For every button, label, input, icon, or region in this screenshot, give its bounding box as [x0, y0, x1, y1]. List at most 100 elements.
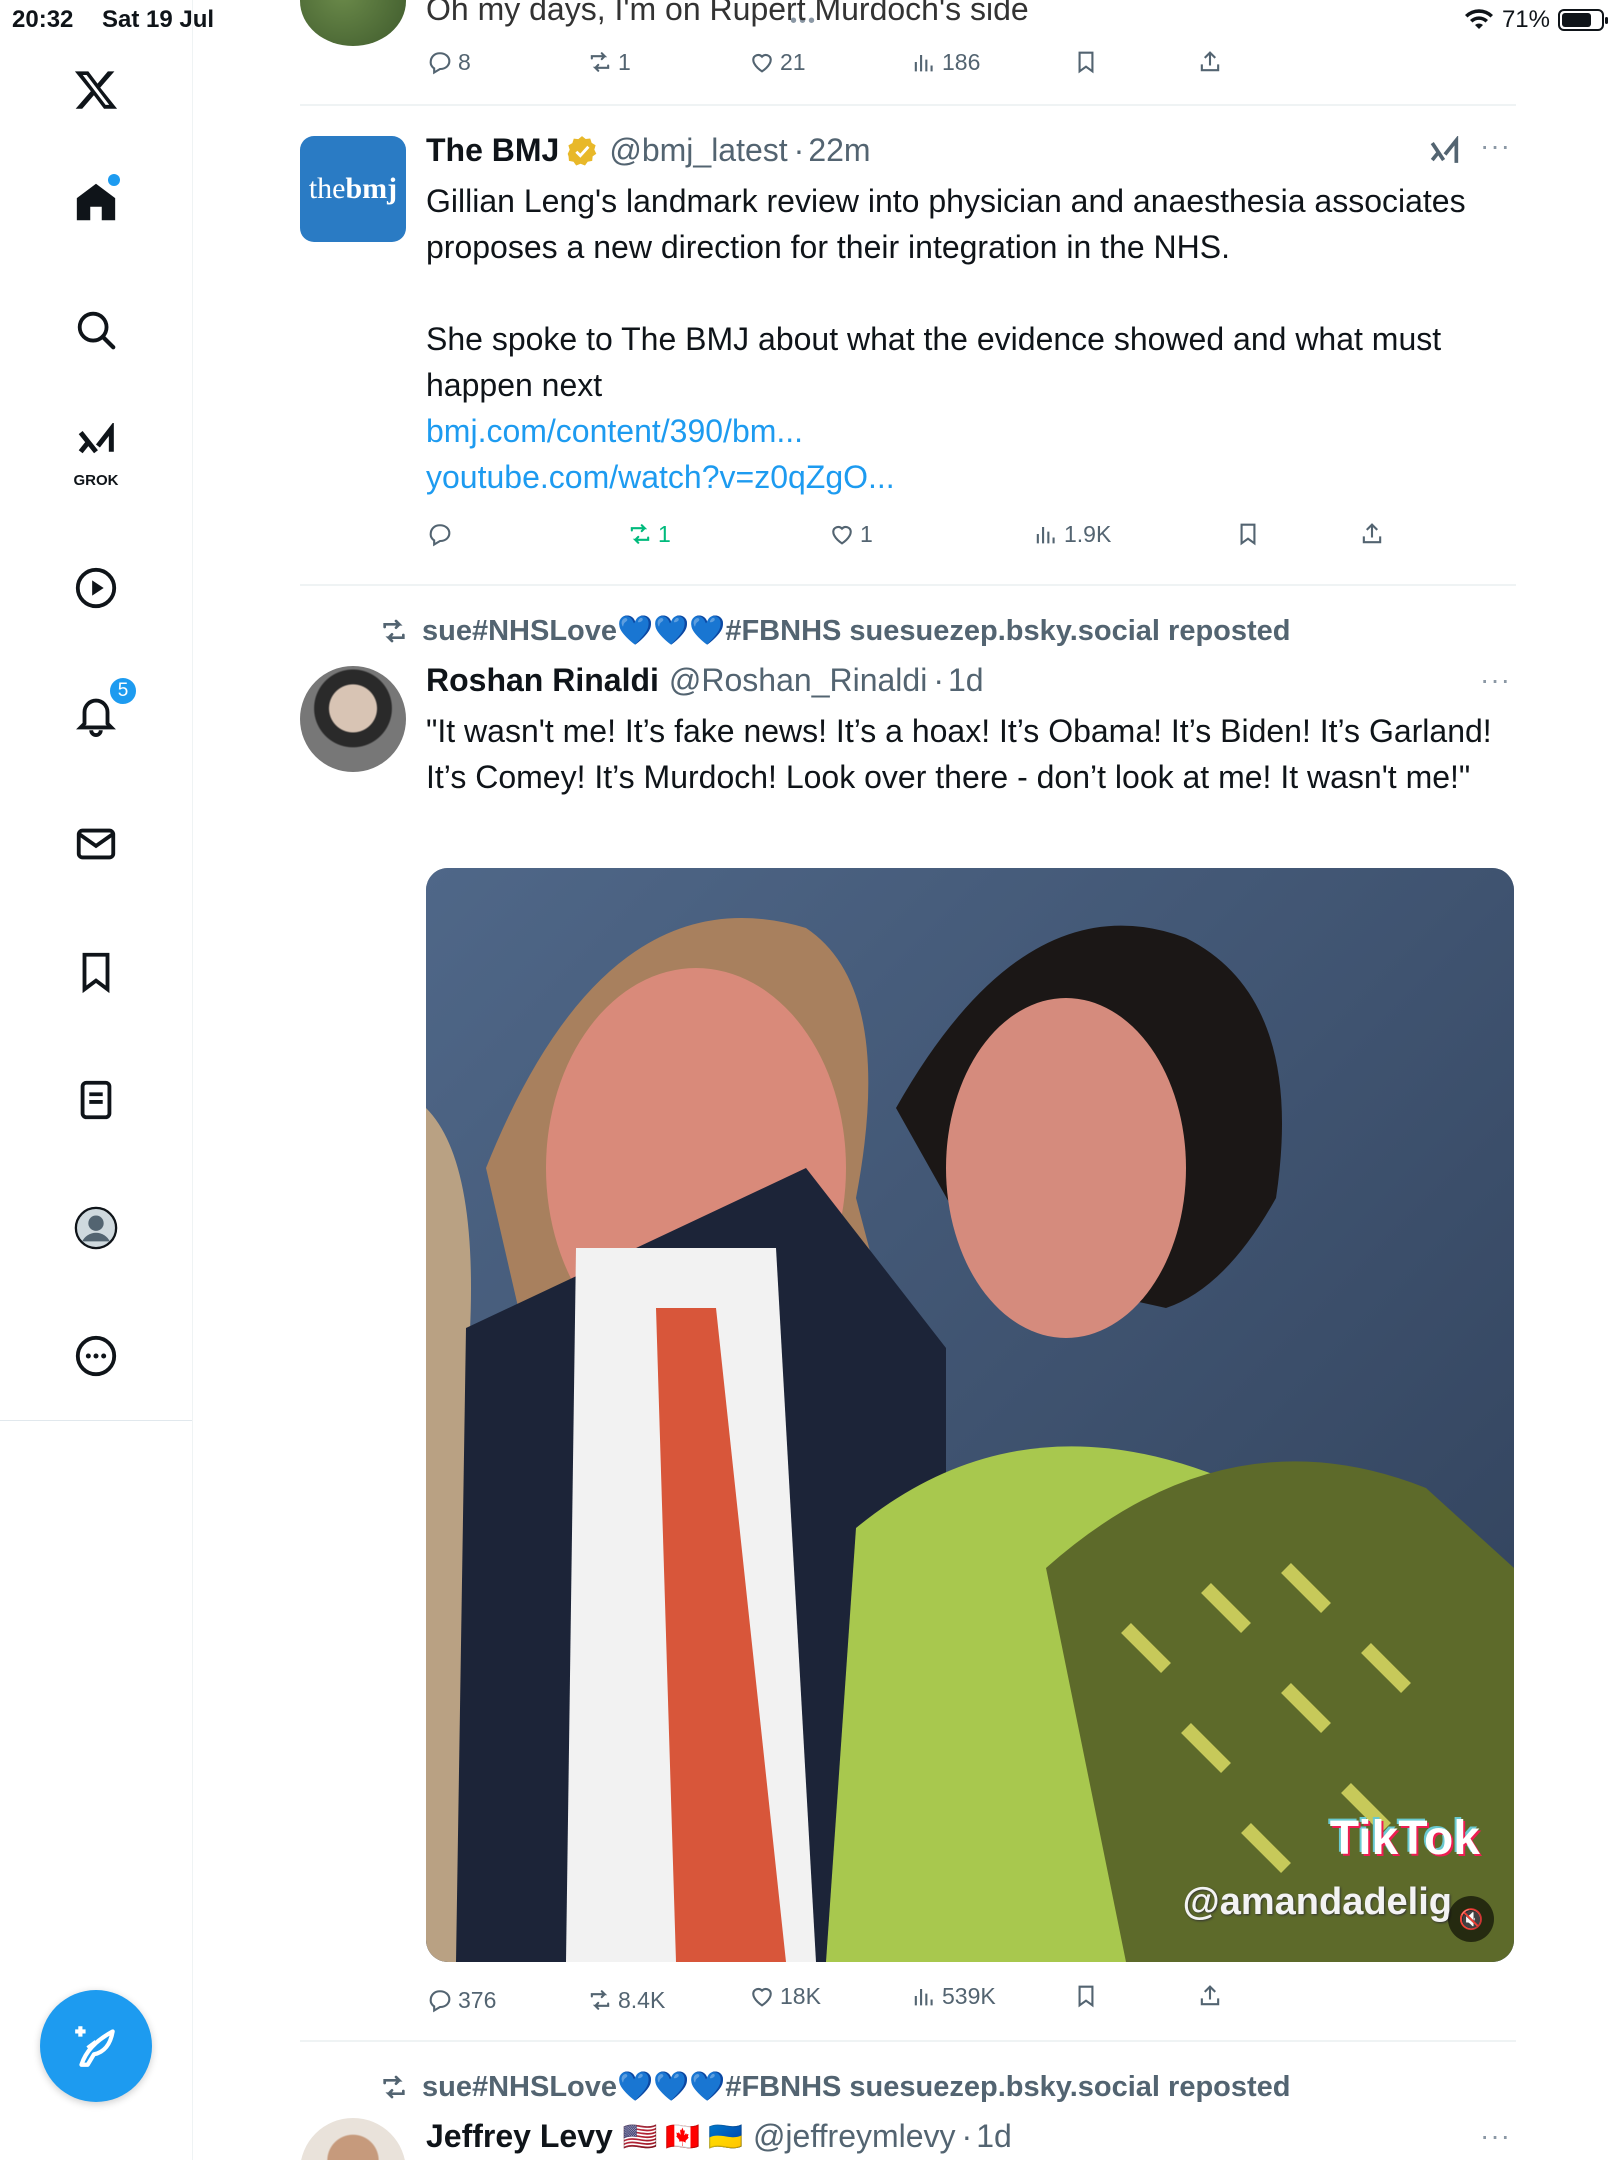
wifi-icon	[1464, 9, 1493, 30]
bookmark-button[interactable]	[1234, 520, 1262, 548]
more-options-icon[interactable]: ···	[1480, 2120, 1511, 2152]
views-count: 186	[942, 48, 981, 75]
like-button[interactable]: 1	[828, 520, 873, 548]
more-options-icon[interactable]: ···	[1480, 664, 1511, 696]
bookmark-icon	[1078, 1985, 1094, 2008]
bookmarks-icon[interactable]	[66, 942, 126, 1002]
tweet-header: Roshan Rinaldi @Roshan_Rinaldi · 1d	[426, 662, 984, 699]
bookmark-icon	[1078, 51, 1094, 74]
tweet-divider	[300, 2040, 1516, 2042]
author-handle[interactable]: @jeffreymlevy	[753, 2118, 956, 2155]
tweet-divider	[300, 584, 1516, 586]
like-button[interactable]: 18K	[748, 1982, 821, 2010]
tweet-link-bmj[interactable]: bmj.com/content/390/bm...	[426, 408, 1516, 454]
bmj-avatar[interactable]: the bmj	[300, 136, 406, 242]
video-icon[interactable]	[66, 558, 126, 618]
repost-icon	[590, 52, 610, 72]
author-name[interactable]: The BMJ	[426, 132, 559, 169]
tweet-header: Jeffrey Levy 🇺🇸 🇨🇦 🇺🇦 @jeffreymlevy · 1d	[426, 2118, 1012, 2155]
avatar[interactable]	[300, 2118, 406, 2160]
tweet-link-youtube[interactable]: youtube.com/watch?v=z0qZgO...	[426, 454, 1516, 500]
views-button[interactable]: 186	[910, 48, 980, 76]
repost-button[interactable]: 1	[586, 48, 631, 76]
repost-count: 8.4K	[618, 1986, 666, 2013]
more-icon[interactable]	[66, 1326, 126, 1386]
compose-button[interactable]	[40, 1990, 152, 2102]
tweet-time[interactable]: 1d	[948, 662, 984, 699]
tiktok-watermark: TikTok	[1329, 1812, 1480, 1865]
compose-feather-icon	[75, 2026, 115, 2067]
repost-context[interactable]: sue#NHSLove💙💙💙#FBNHS suesuezep.bsky.soci…	[378, 2070, 1291, 2104]
notifications-badge: 5	[108, 676, 138, 706]
tweet-time[interactable]: 22m	[808, 132, 870, 169]
reply-count: 376	[458, 1986, 497, 2013]
share-button[interactable]	[1358, 520, 1386, 548]
tiktok-handle: @amandadelig	[1182, 1881, 1452, 1923]
mute-icon[interactable]: 🔇	[1448, 1896, 1494, 1942]
home-unread-dot	[108, 174, 120, 186]
tweet-text-p1: Gillian Leng's landmark review into phys…	[426, 183, 1466, 265]
views-icon	[914, 55, 933, 72]
share-icon	[1200, 51, 1220, 72]
grok-icon[interactable]: GROK	[66, 423, 126, 489]
bookmark-button[interactable]	[1072, 1982, 1100, 2010]
tweet-header: The BMJ @bmj_latest · 22m	[426, 132, 871, 169]
dot-separator: ·	[961, 2118, 973, 2154]
sidebar-divider	[0, 1420, 193, 1421]
lists-icon[interactable]	[66, 1070, 126, 1130]
like-button[interactable]: 21	[748, 48, 806, 76]
reply-icon	[429, 524, 451, 547]
views-count: 539K	[942, 1982, 996, 2009]
repost-button[interactable]: 8.4K	[586, 1986, 665, 2014]
heart-icon	[752, 53, 772, 73]
share-button[interactable]	[1196, 1982, 1224, 2010]
repost-context-icon	[383, 619, 405, 643]
more-options-icon[interactable]: ···	[1480, 130, 1511, 162]
repost-icon	[590, 1990, 610, 2010]
views-count: 1.9K	[1064, 520, 1112, 547]
verified-gold-icon	[568, 135, 597, 165]
reply-button[interactable]: 376	[426, 1986, 496, 2014]
dot-separator: ·	[933, 662, 944, 698]
heart-icon	[752, 1987, 772, 2007]
reply-icon	[429, 52, 451, 75]
search-icon[interactable]	[66, 300, 126, 360]
reply-count: 8	[458, 48, 471, 75]
author-name[interactable]: Jeffrey Levy	[426, 2118, 613, 2155]
repost-context[interactable]: sue#NHSLove💙💙💙#FBNHS suesuezep.bsky.soci…	[378, 614, 1291, 648]
dot-separator: ·	[793, 132, 805, 168]
tweet-time[interactable]: 1d	[976, 2118, 1012, 2155]
reply-button[interactable]: 8	[426, 48, 471, 76]
bmj-avatar-text: the	[308, 172, 346, 205]
views-icon	[1036, 527, 1055, 544]
author-name[interactable]: Roshan Rinaldi	[426, 662, 659, 699]
author-handle[interactable]: @Roshan_Rinaldi	[669, 662, 927, 699]
profile-icon[interactable]	[66, 1198, 126, 1258]
notifications-icon[interactable]: 5	[66, 676, 138, 744]
author-handle[interactable]: @bmj_latest	[609, 132, 787, 169]
repost-context-label: sue#NHSLove💙💙💙#FBNHS suesuezep.bsky.soci…	[422, 615, 1291, 647]
x-logo-icon[interactable]	[66, 60, 126, 120]
battery-percent: 71%	[1501, 6, 1550, 33]
sidebar: GROK 5	[0, 0, 193, 2160]
share-icon	[1200, 1985, 1220, 2006]
repost-button[interactable]: 1	[626, 520, 671, 548]
views-button[interactable]: 1.9K	[1032, 520, 1111, 548]
reply-button[interactable]	[426, 520, 458, 548]
tweet-video[interactable]: TikTok @amandadelig 🔇	[426, 868, 1514, 1962]
avatar[interactable]	[300, 666, 406, 772]
messages-icon[interactable]	[66, 814, 126, 874]
like-count: 18K	[780, 1982, 821, 2009]
bookmark-icon	[1240, 523, 1256, 546]
grok-label: GROK	[73, 472, 119, 489]
repost-icon	[630, 524, 650, 544]
repost-count: 1	[618, 48, 631, 75]
tweet-text: "It wasn't me! It’s fake news! It’s a ho…	[426, 713, 1492, 795]
repost-context-icon	[383, 2075, 405, 2099]
grok-explain-icon[interactable]	[1426, 136, 1464, 170]
home-icon[interactable]	[66, 172, 126, 232]
share-button[interactable]	[1196, 48, 1224, 76]
bookmark-button[interactable]	[1072, 48, 1100, 76]
views-button[interactable]: 539K	[910, 1982, 996, 2010]
